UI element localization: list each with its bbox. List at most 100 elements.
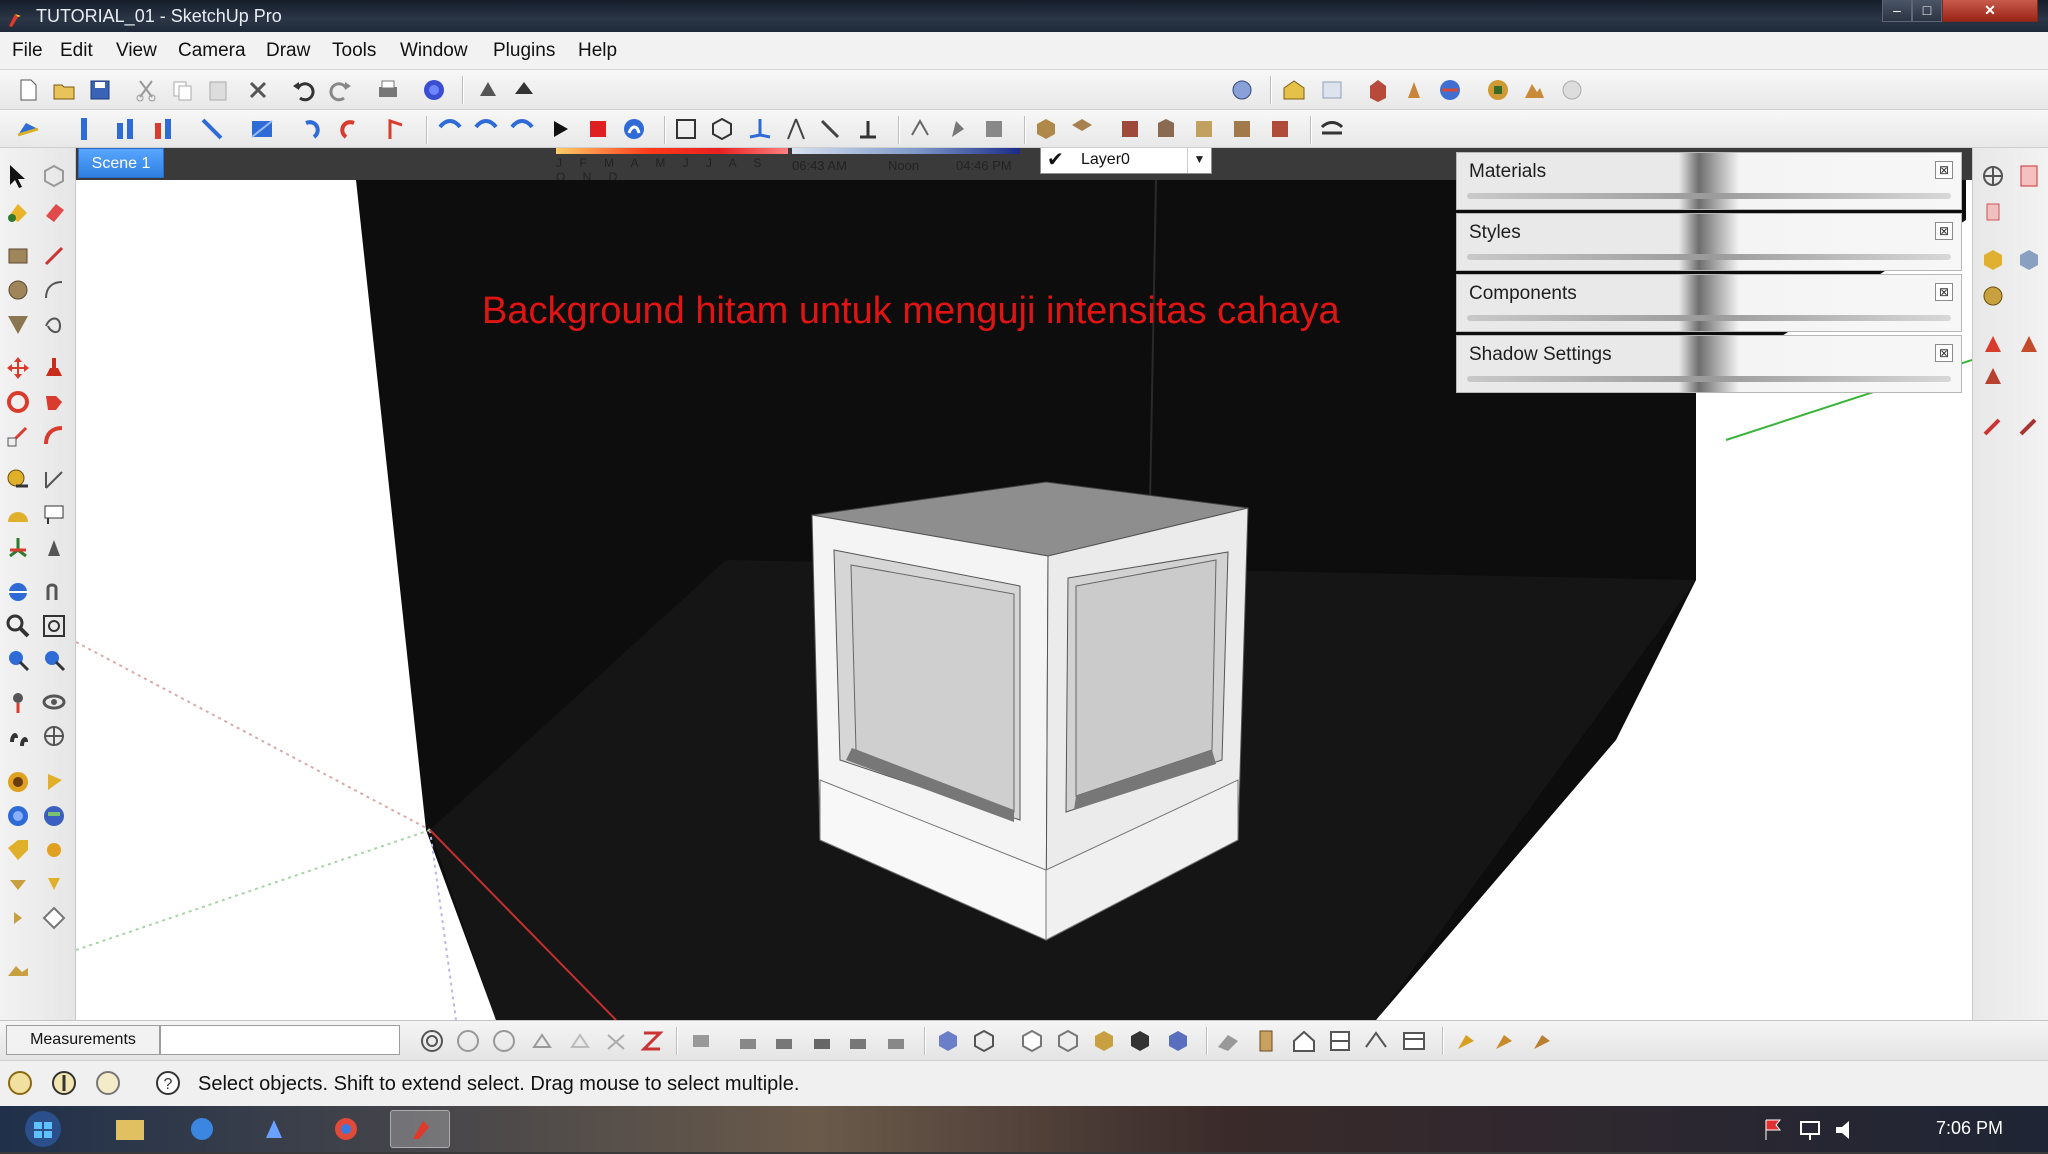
tray-shadow-settings[interactable]: Shadow Settings ⊠ [1456, 335, 1962, 393]
light-icon[interactable] [40, 836, 68, 864]
light-target-icon[interactable] [2015, 330, 2043, 358]
offset-icon[interactable] [40, 422, 68, 450]
drape-tool-icon[interactable] [566, 1027, 594, 1055]
orbit-tool-icon[interactable] [4, 578, 32, 606]
zoom-window-icon[interactable] [40, 612, 68, 640]
save-icon[interactable] [86, 76, 114, 104]
top-view-icon[interactable] [1068, 115, 1096, 143]
sandbox-contours-icon[interactable] [418, 1027, 446, 1055]
tray-scroll[interactable] [1467, 254, 1951, 260]
zoom-icon[interactable] [4, 612, 32, 640]
menu-edit[interactable]: Edit [60, 40, 93, 62]
signin-icon[interactable] [94, 1069, 122, 1097]
stamp-tool-icon[interactable] [528, 1027, 556, 1055]
polygon-icon[interactable] [4, 310, 32, 338]
union-icon[interactable] [734, 1027, 762, 1055]
close-icon[interactable]: ⊠ [1935, 344, 1953, 362]
photo-texture-icon[interactable] [1558, 76, 1586, 104]
flip-edge-icon[interactable] [198, 115, 226, 143]
pencil-icon[interactable] [2015, 412, 2043, 440]
warehouse-icon[interactable] [1280, 76, 1308, 104]
fog-icon[interactable] [510, 76, 538, 104]
help-icon[interactable]: ? [154, 1069, 182, 1097]
measurements-input[interactable] [160, 1025, 400, 1055]
intersect-icon[interactable] [688, 1027, 716, 1055]
volume-icon[interactable] [1832, 1116, 1860, 1144]
geo-location-icon[interactable] [6, 1069, 34, 1097]
sandbox-scratch-icon[interactable] [454, 1027, 482, 1055]
shaded-icon[interactable] [1054, 1027, 1082, 1055]
start-button[interactable] [10, 1110, 76, 1148]
roof-icon[interactable] [1362, 1027, 1390, 1055]
taskbar-sketchup-icon[interactable] [390, 1110, 450, 1148]
push-pull-icon[interactable] [70, 115, 98, 143]
sandbox-icon[interactable] [14, 115, 42, 143]
pointlight-icon[interactable] [4, 904, 32, 932]
tray-components[interactable]: Components ⊠ [1456, 274, 1962, 332]
menu-tools[interactable]: Tools [332, 40, 376, 62]
shaded-textures-icon[interactable] [1090, 1027, 1118, 1055]
previous-scene-icon[interactable] [436, 115, 464, 143]
bottom-view-icon[interactable] [1266, 115, 1294, 143]
front-view-icon[interactable] [1116, 115, 1144, 143]
make-component-icon[interactable] [40, 162, 68, 190]
orbit-icon[interactable] [906, 115, 934, 143]
pin-icon[interactable] [1400, 76, 1428, 104]
left-view-icon[interactable] [1228, 115, 1256, 143]
monochrome-icon[interactable] [1126, 1027, 1154, 1055]
credits-icon[interactable] [50, 1069, 78, 1097]
axes-tool-icon[interactable] [4, 534, 32, 562]
cut-icon[interactable] [132, 76, 160, 104]
taskbar-ie-icon[interactable] [172, 1110, 232, 1148]
smoove-icon[interactable] [248, 115, 276, 143]
light-source-icon[interactable] [1979, 330, 2007, 358]
tape-measure-icon[interactable] [4, 466, 32, 494]
export-icon[interactable] [2015, 162, 2043, 190]
move-icon[interactable] [4, 354, 32, 382]
import-icon[interactable] [1979, 198, 2007, 226]
subtract-icon[interactable] [770, 1027, 798, 1055]
play-icon[interactable] [546, 115, 574, 143]
measure-icon[interactable] [816, 115, 844, 143]
rotate-icon[interactable] [4, 388, 32, 416]
text-icon[interactable] [40, 500, 68, 528]
walls-icon[interactable] [1214, 1027, 1242, 1055]
geo-icon[interactable] [1484, 76, 1512, 104]
add-location-icon[interactable] [40, 768, 68, 796]
floor-icon[interactable] [1400, 1027, 1428, 1055]
shadow-toggle-icon[interactable] [474, 76, 502, 104]
line-icon[interactable] [40, 242, 68, 270]
layer-manager-icon[interactable] [1228, 76, 1256, 104]
tray-scroll[interactable] [1467, 193, 1951, 199]
window-icon[interactable] [1326, 1027, 1354, 1055]
layer-dropdown[interactable]: ✔ Layer0 ▼ [1040, 144, 1212, 174]
guides-icon[interactable] [782, 115, 810, 143]
render-icon[interactable] [4, 956, 32, 984]
section-display-icon[interactable] [708, 115, 736, 143]
xray-mode-icon[interactable] [1164, 1027, 1192, 1055]
share-model-icon[interactable] [1318, 76, 1346, 104]
house-icon[interactable] [1290, 1027, 1318, 1055]
position-camera-icon[interactable] [4, 688, 32, 716]
record-icon[interactable] [620, 115, 648, 143]
select-arrow-icon[interactable] [4, 162, 32, 190]
lamp-icon[interactable] [40, 870, 68, 898]
rectangle-icon[interactable] [4, 242, 32, 270]
previous-view-icon[interactable] [4, 646, 32, 674]
section-tool-icon[interactable] [40, 722, 68, 750]
close-icon[interactable]: ⊠ [1935, 283, 1953, 301]
menu-file[interactable]: File [12, 40, 43, 62]
menu-plugins[interactable]: Plugins [493, 40, 555, 62]
scale-tool-icon[interactable] [4, 422, 32, 450]
walk-icon[interactable] [4, 722, 32, 750]
texture-ball-icon[interactable] [2015, 246, 2043, 274]
tray-scroll[interactable] [1467, 315, 1951, 321]
camera-icon[interactable] [1318, 115, 1346, 143]
menu-help[interactable]: Help [578, 40, 617, 62]
paint-bucket-icon[interactable] [4, 198, 32, 226]
tray-scroll[interactable] [1467, 376, 1951, 382]
material-ball-icon[interactable] [1979, 246, 2007, 274]
iso-view-icon[interactable] [1032, 115, 1060, 143]
plugin-tool-1-icon[interactable] [1452, 1027, 1480, 1055]
3d-text-icon[interactable] [40, 534, 68, 562]
